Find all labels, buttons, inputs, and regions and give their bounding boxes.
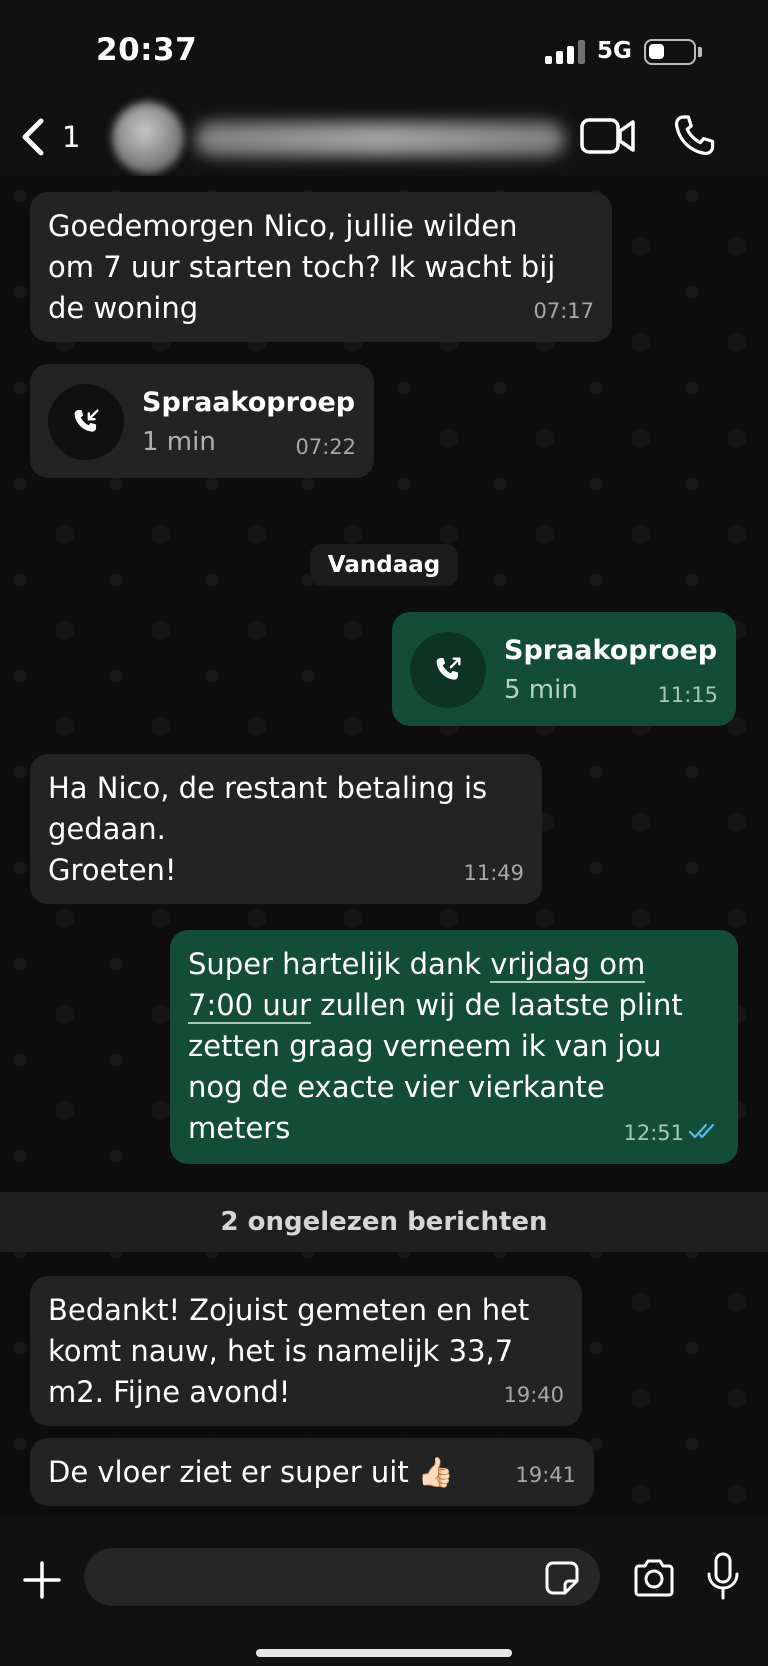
plus-icon bbox=[23, 1561, 61, 1599]
video-call-button[interactable] bbox=[580, 116, 636, 156]
unread-messages-banner: 2 ongelezen berichten bbox=[0, 1192, 768, 1252]
chat-header: 1 bbox=[0, 100, 768, 176]
message-input[interactable] bbox=[84, 1548, 600, 1606]
message-text: om 7 uur starten toch? Ik wacht bij bbox=[48, 250, 556, 284]
message-text: m2. Fijne avond! bbox=[48, 1375, 291, 1409]
attach-button[interactable] bbox=[22, 1560, 62, 1600]
message-time: 07:22 bbox=[295, 435, 356, 459]
date-link[interactable]: vrijdag om bbox=[490, 947, 646, 983]
message-bubble-incoming[interactable]: De vloer ziet er super uit 👍🏻 19:41 bbox=[30, 1438, 594, 1506]
microphone-icon bbox=[707, 1552, 739, 1600]
chat-area[interactable]: Goedemorgen Nico, jullie wilden om 7 uur… bbox=[0, 176, 768, 1516]
message-bubble-incoming[interactable]: Bedankt! Zojuist gemeten en het komt nau… bbox=[30, 1276, 582, 1426]
status-bar: 20:37 5G bbox=[0, 0, 768, 100]
time-link[interactable]: 7:00 uur bbox=[188, 988, 312, 1024]
chevron-left-icon bbox=[22, 118, 44, 156]
battery-tip bbox=[698, 47, 702, 57]
message-text: 7:00 uur zullen wij de laatste plint bbox=[188, 985, 720, 1026]
message-time: 12:51 bbox=[623, 1121, 684, 1145]
message-text: Groeten! bbox=[48, 853, 177, 887]
back-button[interactable]: 1 bbox=[20, 112, 80, 162]
status-time: 20:37 bbox=[96, 32, 198, 68]
message-input-bar bbox=[0, 1516, 768, 1666]
video-camera-icon bbox=[580, 118, 635, 154]
call-icon-circle bbox=[410, 632, 486, 708]
microphone-button[interactable] bbox=[706, 1552, 740, 1602]
message-bubble-incoming[interactable]: Goedemorgen Nico, jullie wilden om 7 uur… bbox=[30, 192, 612, 342]
message-text: De vloer ziet er super uit 👍🏻 bbox=[48, 1455, 455, 1489]
sticker-icon bbox=[545, 1561, 579, 1595]
message-text: zetten graag verneem ik van jou bbox=[188, 1029, 662, 1063]
message-text-part: Super hartelijk dank bbox=[188, 947, 491, 981]
message-bubble-outgoing[interactable]: Super hartelijk dank vrijdag om 7:00 uur… bbox=[170, 930, 738, 1164]
home-indicator bbox=[256, 1649, 512, 1657]
voice-call-button[interactable] bbox=[670, 112, 718, 160]
network-type: 5G bbox=[597, 38, 632, 64]
call-duration: 5 min bbox=[504, 675, 578, 705]
phone-icon bbox=[674, 115, 715, 156]
call-title: Spraakoproep bbox=[142, 387, 356, 418]
incoming-call-icon bbox=[74, 409, 99, 432]
message-text: de woning bbox=[48, 291, 199, 325]
camera-icon bbox=[634, 1559, 674, 1597]
message-time: 11:49 bbox=[463, 861, 524, 885]
unread-count: 1 bbox=[62, 120, 81, 154]
message-meta: 12:51 bbox=[623, 1113, 720, 1154]
message-text-part: zullen wij de laatste plint bbox=[311, 988, 683, 1022]
contact-name-blurred[interactable] bbox=[195, 122, 565, 156]
date-separator: Vandaag bbox=[310, 544, 458, 586]
message-time: 19:41 bbox=[515, 1463, 576, 1487]
message-text: Goedemorgen Nico, jullie wilden bbox=[48, 209, 518, 243]
message-time: 11:15 bbox=[657, 683, 718, 707]
message-time: 07:17 bbox=[533, 299, 594, 323]
call-icon-circle bbox=[48, 384, 124, 460]
signal-strength-icon bbox=[545, 40, 585, 64]
call-title: Spraakoproep bbox=[504, 635, 718, 666]
message-bubble-incoming[interactable]: Ha Nico, de restant betaling is gedaan. … bbox=[30, 754, 542, 904]
message-text: Bedankt! Zojuist gemeten en het bbox=[48, 1293, 530, 1327]
message-text: Super hartelijk dank vrijdag om bbox=[188, 944, 720, 985]
outgoing-call-icon bbox=[436, 657, 461, 680]
call-bubble-incoming[interactable]: Spraakoproep 1 min 07:22 bbox=[30, 364, 374, 478]
battery-icon bbox=[644, 39, 696, 65]
call-duration: 1 min bbox=[142, 427, 216, 457]
camera-button[interactable] bbox=[632, 1558, 676, 1598]
avatar[interactable] bbox=[112, 102, 184, 174]
sticker-button[interactable] bbox=[544, 1560, 580, 1596]
message-text: gedaan. bbox=[48, 812, 166, 846]
message-text: Ha Nico, de restant betaling is bbox=[48, 771, 488, 805]
message-time: 19:40 bbox=[503, 1383, 564, 1407]
call-bubble-outgoing[interactable]: Spraakoproep 5 min 11:15 bbox=[392, 612, 736, 726]
message-text: komt nauw, het is namelijk 33,7 bbox=[48, 1334, 514, 1368]
message-text: nog de exacte vier vierkante bbox=[188, 1070, 605, 1104]
double-check-icon bbox=[688, 1123, 715, 1139]
